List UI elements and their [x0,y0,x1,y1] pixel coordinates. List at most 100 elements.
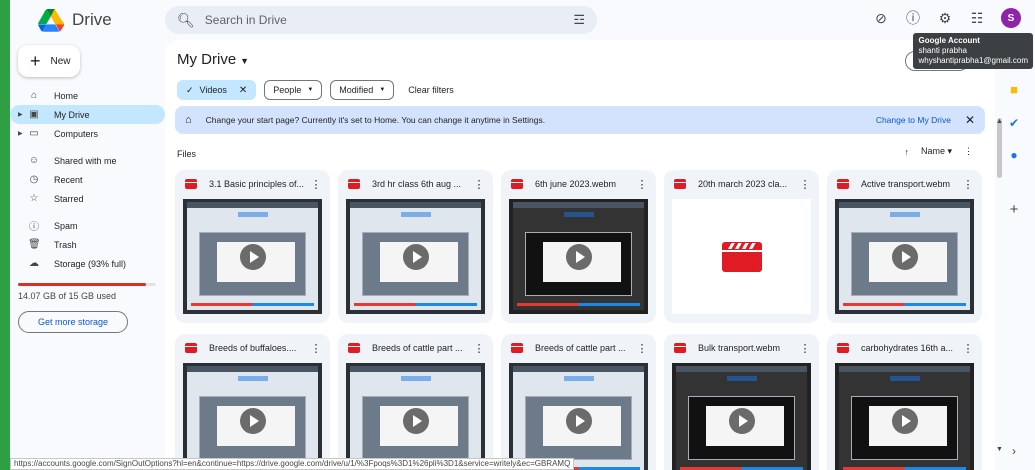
file-card[interactable]: Breeds of cattle part ... ⋮ [501,334,656,470]
file-card[interactable]: 3rd hr class 6th aug ... ⋮ [338,170,493,323]
play-icon[interactable] [402,407,429,434]
contacts-icon[interactable]: ● [1007,148,1021,162]
scrollbar[interactable] [997,118,1002,178]
sidebar-item-home[interactable]: ⌂ Home [10,86,165,105]
banner-text: Change your start page? Currently it's s… [206,115,876,125]
file-card[interactable]: Active transport.webm ⋮ [827,170,982,323]
file-thumbnail[interactable] [346,363,485,470]
file-thumbnail[interactable] [509,199,648,314]
tasks-icon[interactable]: ✔ [1007,116,1021,130]
clear-type-icon[interactable]: ✕ [239,85,247,96]
page-title-text: My Drive [177,51,237,68]
play-icon[interactable] [891,407,918,434]
more-actions-icon[interactable]: ⋮ [799,178,811,191]
file-card[interactable]: 20th march 2023 cla... ⋮ [664,170,819,323]
sort-by-button[interactable]: Name ▾ [921,146,952,157]
play-icon[interactable] [239,243,266,270]
file-name[interactable]: Breeds of cattle part ... [372,343,473,353]
more-actions-icon[interactable]: ⋮ [799,342,811,355]
file-thumbnail[interactable] [183,199,322,314]
sidebar-item-my-drive[interactable]: ▶ ▣ My Drive [10,105,165,124]
sidebar-item-starred[interactable]: ☆ Starred [10,189,165,208]
sidebar-item-storage[interactable]: ☁ Storage (93% full) [10,254,165,273]
sidebar-item-trash[interactable]: 🗑︎ Trash [10,235,165,254]
sidebar-item-recent[interactable]: ◷ Recent [10,170,165,189]
scroll-down-icon[interactable]: ▼ [996,446,1003,453]
file-thumbnail[interactable] [835,199,974,314]
page-title[interactable]: My Drive ▼ [177,51,249,68]
sidebar-item-shared[interactable]: ☺ Shared with me [10,151,165,170]
play-icon[interactable] [565,407,592,434]
chevron-down-icon: ▼ [240,56,250,66]
clear-filters-button[interactable]: Clear filters [408,85,454,95]
file-name[interactable]: Breeds of buffaloes.... [209,343,310,353]
more-actions-icon[interactable]: ⋮ [962,342,974,355]
file-name[interactable]: carbohydrates 16th a... [861,343,962,353]
file-card-header: Bulk transport.webm ⋮ [664,334,819,362]
scroll-up-icon[interactable]: ▲ [996,118,1003,125]
more-actions-icon[interactable]: ⋮ [310,342,322,355]
play-icon[interactable] [239,407,266,434]
file-card[interactable]: 6th june 2023.webm ⋮ [501,170,656,323]
play-icon[interactable] [891,243,918,270]
more-actions-icon[interactable]: ⋮ [473,342,485,355]
more-actions-icon[interactable]: ⋮ [962,178,974,191]
search-icon[interactable]: 🔍︎ [177,12,195,29]
file-card[interactable]: Breeds of buffaloes.... ⋮ [175,334,330,470]
file-thumbnail[interactable] [672,363,811,470]
add-addon-icon[interactable]: + [1007,201,1021,218]
search-input[interactable]: Search in Drive [205,13,574,27]
expand-arrow-icon[interactable]: ▶ [18,130,23,137]
new-button[interactable]: + New [18,45,80,77]
people-filter-chip[interactable]: People ▼ [264,80,323,100]
offline-status-icon[interactable]: ⊘ [873,10,889,26]
file-thumbnail[interactable] [183,363,322,470]
chevron-right-icon[interactable]: › [1007,444,1021,458]
start-page-banner: ⌂ Change your start page? Currently it's… [175,106,985,134]
file-name[interactable]: 3.1 Basic principles of... [209,179,310,189]
file-card[interactable]: 3.1 Basic principles of... ⋮ [175,170,330,323]
more-actions-icon[interactable]: ⋮ [310,178,322,191]
file-card[interactable]: Bulk transport.webm ⋮ [664,334,819,470]
more-options-icon[interactable]: ⋮ [964,146,973,157]
more-actions-icon[interactable]: ⋮ [636,178,648,191]
more-actions-icon[interactable]: ⋮ [636,342,648,355]
play-icon[interactable] [565,243,592,270]
settings-gear-icon[interactable]: ⚙ [937,10,953,26]
expand-arrow-icon[interactable]: ▶ [18,111,23,118]
more-actions-icon[interactable]: ⋮ [473,178,485,191]
play-icon[interactable] [402,243,429,270]
drive-logo[interactable]: Drive [38,8,166,32]
file-name[interactable]: Active transport.webm [861,179,962,189]
change-to-my-drive-link[interactable]: Change to My Drive [876,115,951,125]
file-thumbnail[interactable] [346,199,485,314]
sidebar-item-label: Storage (93% full) [54,258,127,269]
apps-grid-icon[interactable]: ☷ [969,10,985,26]
people-filter-label: People [273,85,302,95]
file-name[interactable]: Breeds of cattle part ... [535,343,636,353]
file-card[interactable]: Breeds of cattle part ... ⋮ [338,334,493,470]
search-options-icon[interactable]: ☲ [573,12,585,28]
file-card[interactable]: carbohydrates 16th a... ⋮ [827,334,982,470]
keep-icon[interactable]: ■ [1007,82,1021,97]
sidebar-item-computers[interactable]: ▶ ▭ Computers [10,124,165,143]
file-thumbnail[interactable] [835,363,974,470]
account-avatar[interactable]: S [1001,8,1021,28]
sort-direction-icon[interactable]: ↑ [904,147,909,157]
file-name[interactable]: 3rd hr class 6th aug ... [372,179,473,189]
file-name[interactable]: Bulk transport.webm [698,343,799,353]
help-icon[interactable]: ⓘ [905,10,921,26]
close-icon[interactable]: ✕ [965,113,975,127]
file-card-header: 6th june 2023.webm ⋮ [501,170,656,198]
sidebar-item-spam[interactable]: ⓘ Spam [10,216,165,235]
file-thumbnail[interactable] [672,199,811,314]
video-placeholder-icon [721,241,762,272]
type-filter-chip[interactable]: ✓ Videos ✕ [177,80,257,100]
modified-filter-chip[interactable]: Modified ▼ [330,80,395,100]
search-bar[interactable]: 🔍︎ Search in Drive ☲ [165,6,597,34]
play-icon[interactable] [728,407,755,434]
get-more-storage-button[interactable]: Get more storage [18,311,128,333]
file-name[interactable]: 6th june 2023.webm [535,179,636,189]
file-name[interactable]: 20th march 2023 cla... [698,179,799,189]
file-thumbnail[interactable] [509,363,648,470]
